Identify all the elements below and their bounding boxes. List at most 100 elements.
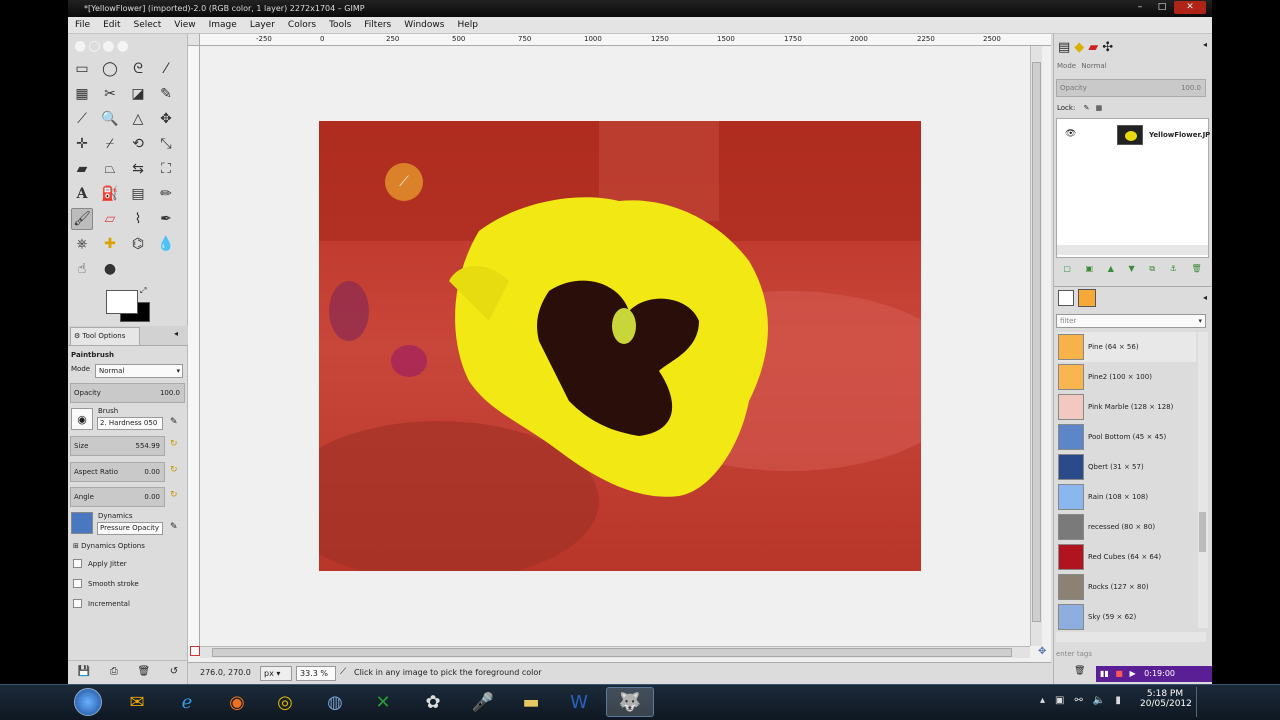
show-desktop-button[interactable] — [1196, 687, 1212, 717]
layers-hscrollbar[interactable] — [1057, 245, 1208, 255]
paint-icon[interactable]: ✿ — [412, 687, 454, 717]
firefox-icon[interactable]: ◉ — [216, 687, 258, 717]
apply-jitter-checkbox[interactable] — [73, 559, 82, 568]
image-canvas[interactable]: ⟋ — [319, 121, 921, 571]
brush-name-field[interactable]: 2. Hardness 050 — [97, 417, 163, 430]
rect-select-icon[interactable]: ▭ — [71, 58, 93, 80]
edit-dynamics-icon[interactable]: ✎ — [170, 522, 178, 532]
blur-icon[interactable]: 💧 — [155, 233, 177, 255]
save-options-icon[interactable]: 💾 — [78, 666, 90, 677]
chrome-icon[interactable]: ◎ — [264, 687, 306, 717]
fg-bg-tab-icon[interactable] — [1058, 289, 1074, 306]
menu-view[interactable]: View — [174, 20, 195, 30]
text-tool-icon[interactable]: A — [71, 183, 93, 205]
navigate-icon[interactable]: ✥ — [1038, 646, 1046, 657]
brush-preview-icon[interactable]: ◉ — [71, 408, 93, 430]
patterns-scroll-thumb[interactable] — [1199, 512, 1206, 552]
word-icon[interactable]: W — [558, 687, 600, 717]
vertical-scrollbar[interactable] — [1030, 46, 1042, 646]
paths-tab-icon[interactable]: ▰ — [1088, 40, 1098, 55]
angle-slider[interactable]: Angle 0.00 — [70, 487, 165, 507]
duplicate-layer-icon[interactable]: ⧉ — [1149, 264, 1155, 280]
pattern-item[interactable]: Qbert (31 × 57) — [1058, 452, 1196, 482]
color-select-icon[interactable]: ▦ — [71, 83, 93, 105]
menu-tools[interactable]: Tools — [329, 20, 351, 30]
internet-explorer-icon[interactable]: ℯ — [166, 687, 208, 717]
channels-tab-icon[interactable]: ◆ — [1074, 40, 1084, 55]
brush-filter-input[interactable]: filter ▾ — [1056, 314, 1206, 328]
layer-row[interactable]: 👁 YellowFlower.JP — [1057, 123, 1210, 149]
free-select-icon[interactable]: ᘓ — [127, 58, 149, 80]
reset-options-icon[interactable]: ↺ — [170, 666, 178, 677]
new-layer-icon[interactable]: ▢ — [1063, 264, 1071, 280]
stop-icon[interactable]: ■ — [1115, 669, 1123, 678]
clone-icon[interactable]: ⎈ — [71, 233, 93, 255]
edit-brush-icon[interactable]: ✎ — [170, 417, 178, 427]
perspective-icon[interactable]: ⏢ — [99, 158, 121, 180]
tab-menu-icon[interactable]: ◂ — [174, 329, 178, 338]
delete-options-icon[interactable]: 🗑 — [137, 666, 150, 677]
incremental-option[interactable]: Incremental — [73, 599, 130, 608]
new-layer-group-icon[interactable]: ▣ — [1086, 264, 1094, 280]
close-button[interactable]: ✕ — [1174, 1, 1206, 14]
ink-icon[interactable]: ✒ — [155, 208, 177, 230]
horizontal-scroll-thumb[interactable] — [212, 648, 1012, 657]
menu-image[interactable]: Image — [209, 20, 237, 30]
tray-arrow-icon[interactable]: ▴ — [1040, 695, 1045, 706]
anchor-layer-icon[interactable]: ⚓ — [1170, 264, 1177, 280]
menu-help[interactable]: Help — [457, 20, 478, 30]
layer-mode-value[interactable]: Normal — [1081, 62, 1106, 70]
vertical-ruler[interactable] — [188, 46, 200, 646]
opacity-slider[interactable]: Opacity 100.0 — [70, 383, 185, 403]
align-icon[interactable]: ✛ — [71, 133, 93, 155]
incremental-checkbox[interactable] — [73, 599, 82, 608]
menu-edit[interactable]: Edit — [103, 20, 120, 30]
swap-colors-icon[interactable]: ⤢ — [140, 286, 146, 296]
tab-tool-options[interactable]: ⚙ Tool Options — [70, 327, 140, 345]
gimp-taskbar-icon[interactable]: 🐺 — [606, 687, 654, 717]
maximize-button[interactable]: □ — [1152, 1, 1172, 14]
crop-icon[interactable]: ⌿ — [99, 133, 121, 155]
paths-icon[interactable]: ✎ — [155, 83, 177, 105]
horizontal-scrollbar[interactable] — [200, 646, 1030, 658]
pattern-item[interactable]: Red Cubes (64 × 64) — [1058, 542, 1196, 572]
tray-signal-icon[interactable]: ▮ — [1115, 695, 1121, 706]
reset-angle-icon[interactable]: ↻ — [170, 490, 178, 500]
measure-icon[interactable]: △ — [127, 108, 149, 130]
pattern-item[interactable]: Rain (108 × 108) — [1058, 482, 1196, 512]
tray-network-icon[interactable]: ⚯ — [1074, 695, 1082, 706]
excel-icon[interactable]: ✕ — [362, 687, 404, 717]
airbrush-icon[interactable]: ⌇ — [127, 208, 149, 230]
patterns-tab-icon[interactable] — [1078, 288, 1096, 307]
raise-layer-icon[interactable]: ▲ — [1108, 264, 1114, 280]
eraser-icon[interactable]: ▱ — [99, 208, 121, 230]
scale-icon[interactable]: ⤡ — [155, 133, 177, 155]
fuzzy-select-icon[interactable]: ⁄ — [155, 58, 177, 80]
reset-size-icon[interactable]: ↻ — [170, 439, 178, 449]
dynamics-field[interactable]: Pressure Opacity — [97, 522, 163, 535]
dock-menu-icon[interactable]: ◂ — [1203, 40, 1207, 49]
tray-app-icon[interactable]: ▣ — [1055, 695, 1064, 706]
pattern-item[interactable]: Rocks (127 × 80) — [1058, 572, 1196, 602]
aspect-ratio-slider[interactable]: Aspect Ratio 0.00 — [70, 462, 165, 482]
mode-select[interactable]: Normal ▾ — [95, 364, 183, 378]
tray-speaker-icon[interactable]: 🔈 — [1093, 695, 1105, 706]
dodge-burn-icon[interactable]: ● — [99, 258, 121, 280]
menu-select[interactable]: Select — [134, 20, 162, 30]
patterns-scrollbar[interactable] — [1198, 332, 1208, 628]
play-icon[interactable]: ▶ — [1129, 669, 1135, 678]
foreground-color-swatch[interactable] — [106, 290, 138, 314]
layer-opacity-slider[interactable]: Opacity 100.0 — [1056, 79, 1206, 97]
paintbrush-icon[interactable]: 🖌 — [71, 208, 93, 230]
move-icon[interactable]: ✥ — [155, 108, 177, 130]
dynamics-preview-icon[interactable] — [71, 512, 93, 534]
pattern-item[interactable]: recessed (80 × 80) — [1058, 512, 1196, 542]
color-picker-icon[interactable]: ⟋ — [71, 108, 93, 130]
dock-menu-icon[interactable]: ◂ — [1203, 293, 1207, 302]
menu-layer[interactable]: Layer — [250, 20, 275, 30]
vertical-scroll-thumb[interactable] — [1032, 62, 1041, 622]
file-explorer-icon[interactable]: ▬ — [510, 687, 552, 717]
perspective-clone-icon[interactable]: ⌬ — [127, 233, 149, 255]
pattern-item[interactable]: Pine2 (100 × 100) — [1058, 362, 1196, 392]
unit-select[interactable]: px ▾ — [260, 666, 292, 681]
